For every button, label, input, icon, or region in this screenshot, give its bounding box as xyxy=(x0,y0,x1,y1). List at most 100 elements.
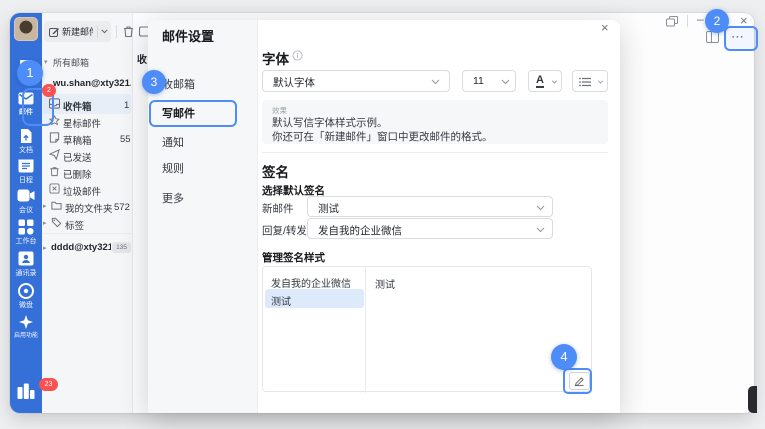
docs-icon[interactable] xyxy=(18,128,34,144)
list-format-icon xyxy=(579,77,591,87)
font-color-button[interactable]: A xyxy=(528,70,562,92)
reply-chevron-icon xyxy=(536,227,545,233)
folder-label-inbox: 收件箱 xyxy=(63,99,92,113)
reply-signature-value: 发自我的企业微信 xyxy=(318,223,402,238)
annotation-box-more xyxy=(724,26,758,51)
all-mailboxes-caret-icon[interactable]: ▾ xyxy=(44,58,48,66)
tags-caret-icon[interactable]: ▸ xyxy=(43,219,47,227)
section-divider xyxy=(262,152,608,153)
sidebar-item-workspace-label[interactable]: 工作台 xyxy=(10,237,42,246)
trash-icon[interactable] xyxy=(122,25,135,38)
all-mailboxes-group[interactable]: 所有邮箱 xyxy=(53,56,89,69)
font-family-select[interactable]: 默认字体 xyxy=(262,70,450,92)
reply-signature-select[interactable]: 发自我的企业微信 xyxy=(307,218,553,239)
account-2-badge: 135 xyxy=(112,242,131,253)
drive-icon[interactable] xyxy=(18,283,34,299)
tag-icon xyxy=(51,217,62,228)
apps-unread-badge: 23 xyxy=(40,379,57,390)
account-1[interactable]: wu.shan@xty321.... xyxy=(53,78,131,89)
font-heading: 字体 xyxy=(262,48,289,68)
mail-unread-badge: 2 xyxy=(43,85,55,96)
signature-item-1[interactable]: 发自我的企业微信 xyxy=(271,275,363,290)
folder-label-drafts[interactable]: 草稿箱 xyxy=(63,133,92,147)
signature-manager-box: 发自我的企业微信 测试 测试 xyxy=(262,266,592,392)
manage-signature-heading: 管理签名样式 xyxy=(262,250,325,265)
workspace-icon[interactable] xyxy=(18,219,34,235)
avatar[interactable] xyxy=(14,17,38,41)
font-color-caret-icon xyxy=(551,80,558,84)
new-mail-signature-select[interactable]: 测试 xyxy=(307,196,553,217)
meeting-icon[interactable] xyxy=(17,189,35,202)
info-icon[interactable] xyxy=(292,50,303,61)
new-mail-label: 新邮件 xyxy=(262,201,294,216)
font-color-letter: A xyxy=(536,74,544,88)
folder-count-drafts: 55 xyxy=(120,134,131,145)
toolbar-separator xyxy=(116,25,117,38)
drafts-icon xyxy=(49,132,60,143)
contacts-icon[interactable] xyxy=(18,251,34,266)
calendar-icon[interactable] xyxy=(18,158,34,173)
folder-label-junk[interactable]: 垃圾邮件 xyxy=(63,184,101,198)
settings-nav-inbox[interactable]: 收邮箱 xyxy=(162,76,195,92)
compose-icon xyxy=(49,27,59,37)
new-mail-chevron-icon xyxy=(536,205,545,211)
font-family-chevron-icon xyxy=(431,79,440,85)
reply-forward-label: 回复/转发 xyxy=(262,223,307,238)
signature-heading: 签名 xyxy=(262,161,289,181)
features-sparkle-icon[interactable] xyxy=(19,315,33,329)
signature-preview-text: 测试 xyxy=(375,276,395,291)
list-format-button[interactable] xyxy=(572,70,608,92)
font-size-select[interactable]: 11 xyxy=(462,70,516,92)
myfolders-caret-icon[interactable]: ▸ xyxy=(43,202,47,210)
font-preview-box: 效果 默认写信字体样式示例。 你还可在「新建邮件」窗口中更改邮件的格式。 xyxy=(262,100,608,144)
folder-icon xyxy=(51,200,62,211)
annotation-step-2: 2 xyxy=(705,9,729,33)
folder-count-inbox: 1 xyxy=(124,100,129,111)
compose-caret-icon[interactable] xyxy=(101,29,108,34)
annotation-box-edit xyxy=(563,368,592,394)
floating-widget[interactable] xyxy=(748,386,757,413)
folder-label-sent[interactable]: 已发送 xyxy=(63,150,92,164)
settings-nav-rules[interactable]: 规则 xyxy=(162,160,184,176)
folder-label-deleted[interactable]: 已删除 xyxy=(63,167,92,181)
annotation-step-1: 1 xyxy=(17,60,43,86)
folder-label-starred[interactable]: 星标邮件 xyxy=(63,116,101,130)
chrome-separator xyxy=(687,15,688,27)
modal-close-icon[interactable]: × xyxy=(601,20,609,35)
compose-label: 新建邮件 xyxy=(62,25,93,38)
junk-icon xyxy=(49,183,60,194)
font-preview-line1: 默认写信字体样式示例。 xyxy=(272,115,388,130)
popout-icon[interactable] xyxy=(666,16,678,27)
annotation-step-4: 4 xyxy=(551,344,577,370)
font-preview-line2: 你还可在「新建邮件」窗口中更改邮件的格式。 xyxy=(272,129,493,144)
minimize-button[interactable]: – xyxy=(697,12,704,26)
folder-label-myfolders[interactable]: 我的文件夹 xyxy=(65,201,113,215)
apps-grid-icon[interactable] xyxy=(17,383,35,399)
signature-item-2-label[interactable]: 测试 xyxy=(271,293,291,308)
compose-button[interactable]: 新建邮件 xyxy=(44,21,111,42)
sidebar-item-features-label[interactable]: 启用功能 xyxy=(11,331,40,339)
settings-title: 邮件设置 xyxy=(162,26,214,45)
list-format-caret-icon xyxy=(597,80,604,84)
sidebar-item-calendar-label[interactable]: 日程 xyxy=(10,176,42,185)
mail-list-header-partial: 收 xyxy=(137,51,147,66)
sidebar-item-drive-label[interactable]: 微盘 xyxy=(10,301,42,310)
sidebar-item-docs-label[interactable]: 文档 xyxy=(10,146,42,155)
font-size-chevron-icon xyxy=(501,79,510,85)
sidebar-item-contacts-label[interactable]: 通讯录 xyxy=(10,269,42,278)
settings-nav-notify[interactable]: 通知 xyxy=(162,134,184,150)
folder-count-myfolders: 572 xyxy=(114,202,130,213)
settings-nav-more[interactable]: 更多 xyxy=(162,190,184,206)
new-mail-signature-value: 测试 xyxy=(318,201,339,216)
annotation-step-3: 3 xyxy=(142,70,166,94)
sidebar-item-meeting-label[interactable]: 会议 xyxy=(10,206,42,215)
account-2[interactable]: dddd@xty321.... xyxy=(51,242,111,253)
font-size-value: 11 xyxy=(473,75,484,87)
sent-icon xyxy=(49,149,60,160)
folder-divider xyxy=(43,233,131,234)
annotation-box-compose-nav xyxy=(149,100,237,127)
font-family-value: 默认字体 xyxy=(273,75,315,90)
deleted-icon xyxy=(49,166,60,177)
folder-label-tags[interactable]: 标签 xyxy=(65,218,84,232)
account2-caret-icon[interactable]: ▸ xyxy=(43,244,47,252)
